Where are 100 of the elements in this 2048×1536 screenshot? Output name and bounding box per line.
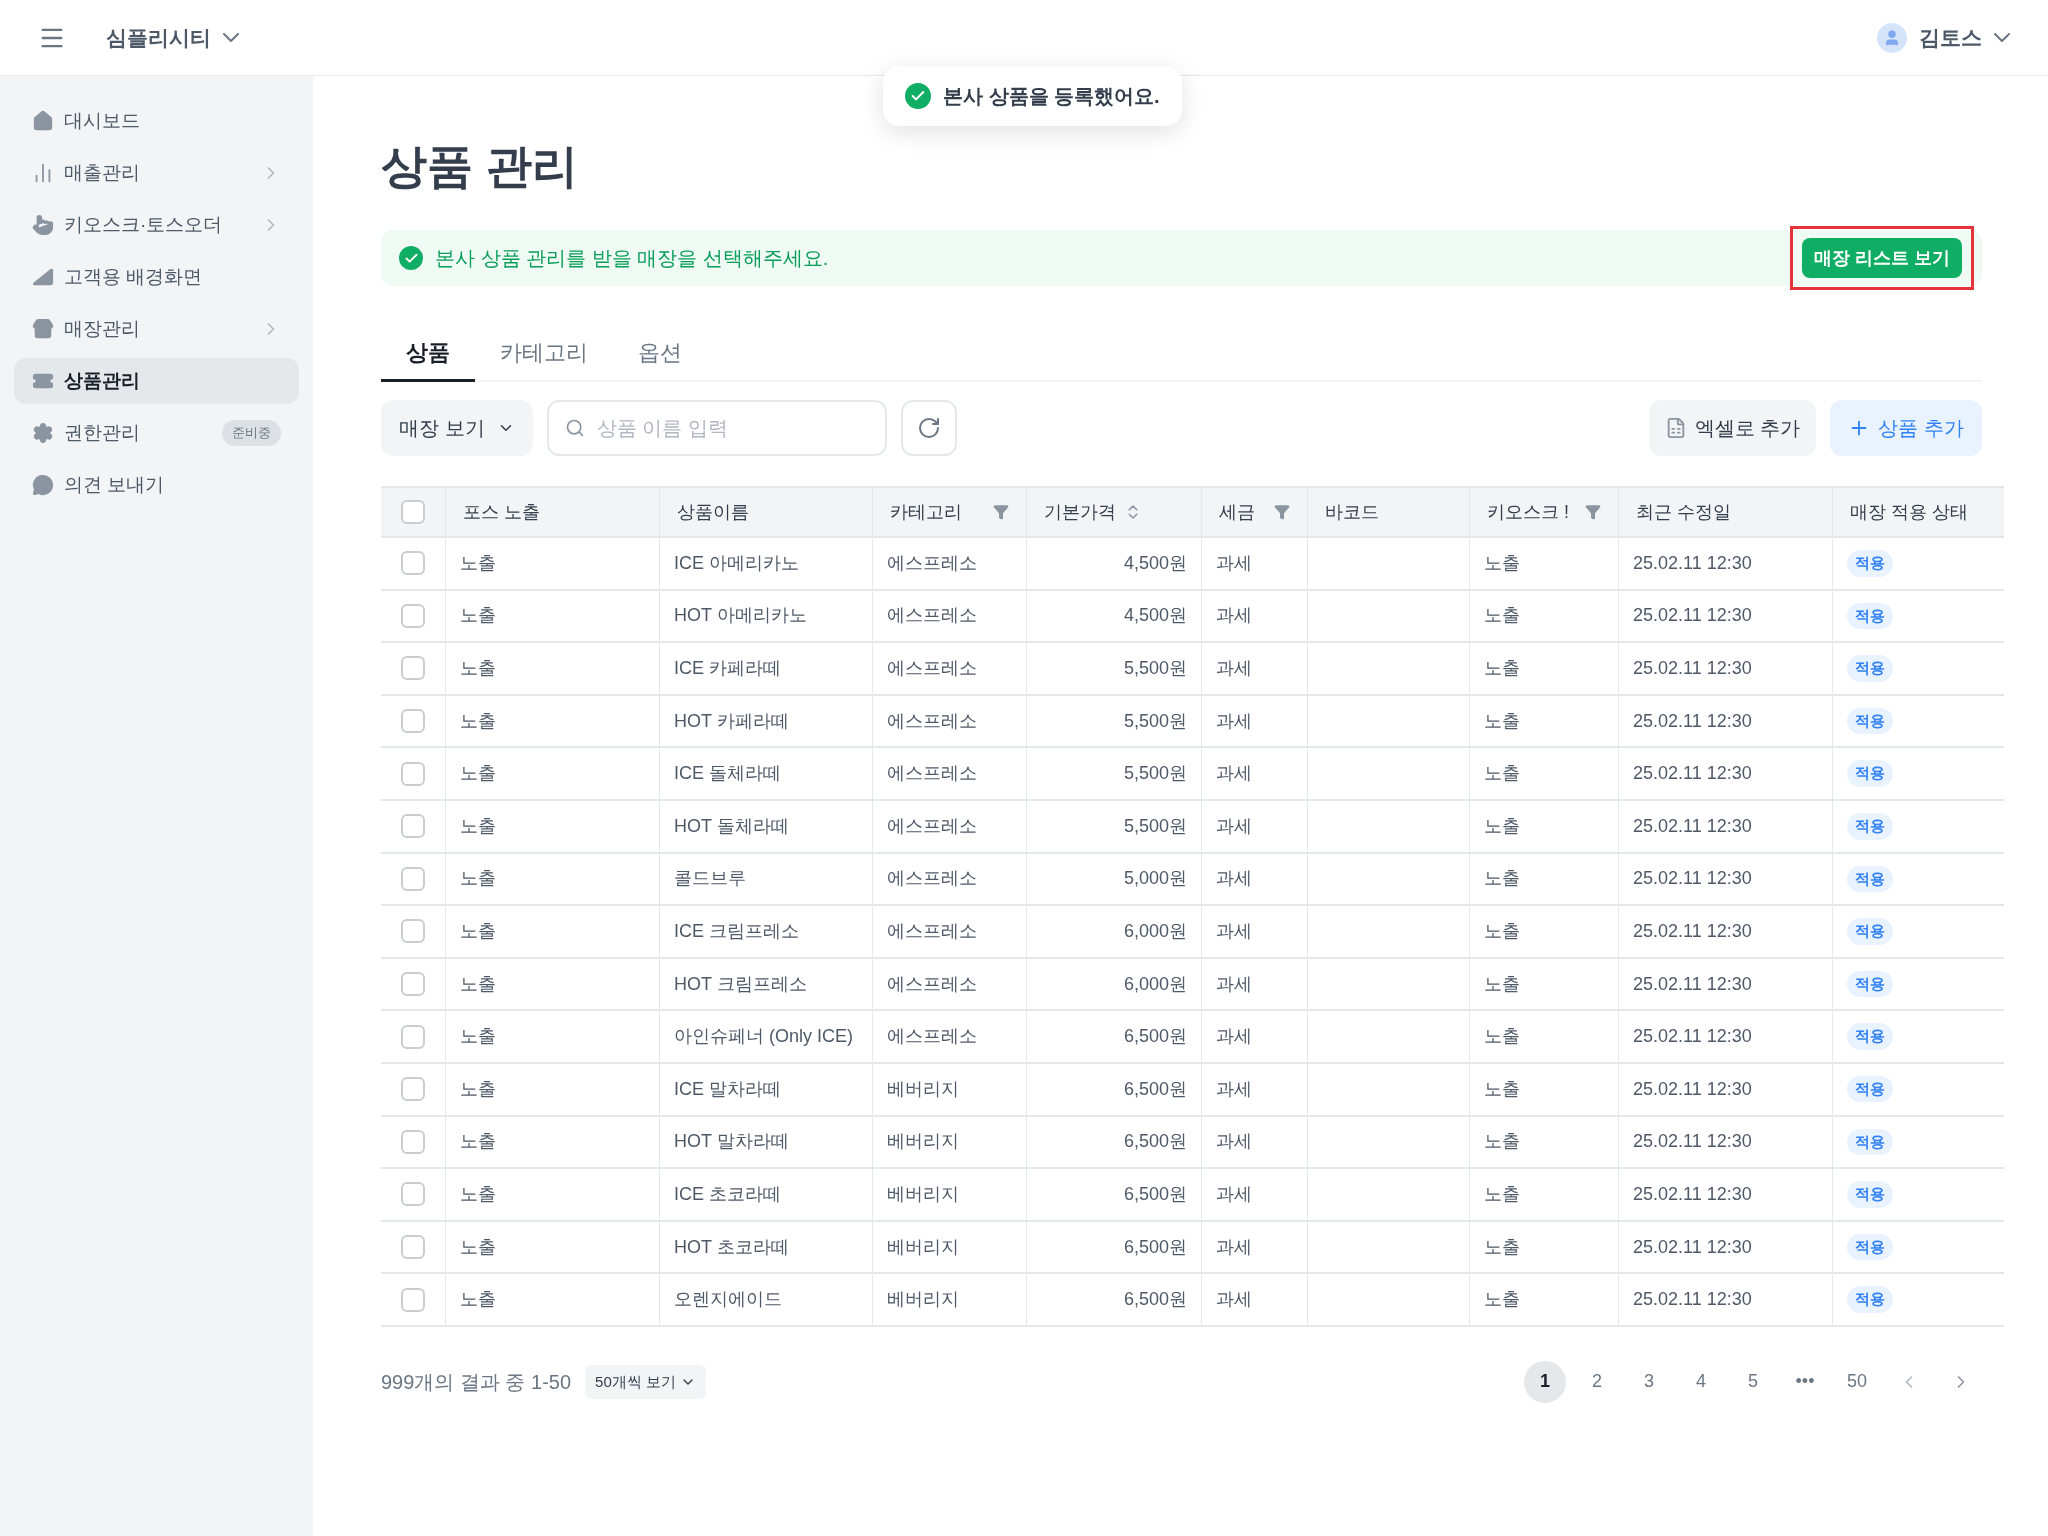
table-cell-text: 노출 <box>460 604 496 628</box>
column-title: 매장 적용 상태 <box>1850 500 1968 524</box>
table-cell-text: 베버리지 <box>887 1288 959 1312</box>
page-button[interactable]: 3 <box>1628 1360 1670 1403</box>
table-cell-text: 노출 <box>460 762 496 786</box>
table-cell-text: ICE 돌체라떼 <box>674 762 781 786</box>
sidebar-item[interactable]: 권한관리 준비중 <box>14 410 299 456</box>
table-cell-text: 베버리지 <box>887 1182 959 1206</box>
search-field[interactable]: 상품 이름 입력 <box>546 400 887 456</box>
table-cell-text: 5,500원 <box>1123 814 1187 838</box>
table-cell-text: ICE 초코라떼 <box>674 1182 781 1206</box>
tab[interactable]: 상품 <box>381 326 475 382</box>
table-cell-text: 과세 <box>1216 762 1252 786</box>
table-cell-text: 베버리지 <box>887 1130 959 1154</box>
page-button[interactable]: ••• <box>1784 1360 1826 1403</box>
checkbox[interactable] <box>401 709 425 734</box>
table-cell-text: 25.02.11 12:30 <box>1633 1130 1752 1154</box>
table-cell-text: 5,000원 <box>1123 867 1187 891</box>
toast-message: 본사 상품을 등록했어요. <box>943 84 1160 109</box>
checkbox[interactable] <box>401 919 425 944</box>
table-cell-text: 노출 <box>460 1025 496 1049</box>
page-button[interactable]: 4 <box>1680 1360 1722 1403</box>
table-cell-text: 에스프레소 <box>887 1025 977 1049</box>
table-cell-text: 노출 <box>1484 919 1520 943</box>
filter-icon[interactable] <box>1585 504 1601 520</box>
table-cell-text: 과세 <box>1216 1130 1252 1154</box>
table-cell-text: 노출 <box>460 867 496 891</box>
chevron-down-icon <box>223 33 239 42</box>
table-cell-text: 노출 <box>460 1288 496 1312</box>
table-cell-text: HOT 크림프레소 <box>674 972 807 996</box>
excel-import-button[interactable]: 엑셀로 추가 <box>1648 400 1817 456</box>
checkbox[interactable] <box>401 1182 425 1207</box>
table-cell-text: 6,000원 <box>1123 919 1187 943</box>
table-cell-text: 4,500원 <box>1123 604 1187 628</box>
column-title: 상품이름 <box>677 500 749 524</box>
checkbox[interactable] <box>401 1235 425 1259</box>
checkbox[interactable] <box>401 500 425 524</box>
table-cell-text: 25.02.11 12:30 <box>1633 919 1752 943</box>
table-cell-text: 6,500원 <box>1123 1130 1187 1154</box>
filter-icon[interactable] <box>1274 504 1290 520</box>
checkbox[interactable] <box>401 656 425 681</box>
table-cell-text: 과세 <box>1216 1288 1252 1312</box>
table-cell-text: 노출 <box>460 1182 496 1206</box>
sidebar-item[interactable]: 매출관리 <box>14 150 299 196</box>
table-cell-text: 과세 <box>1216 972 1252 996</box>
table-cell-text: 노출 <box>1484 1182 1520 1206</box>
status-badge: 적용 <box>1847 865 1893 893</box>
checkbox[interactable] <box>401 603 425 628</box>
checkbox[interactable] <box>401 1024 425 1049</box>
chevron-down-icon <box>1994 33 2010 42</box>
table-cell-text: 노출 <box>460 1077 496 1101</box>
page-button[interactable]: 1 <box>1524 1360 1566 1403</box>
checkbox[interactable] <box>401 551 425 576</box>
user-menu[interactable]: 김토스 <box>1919 21 2010 54</box>
store-filter-dropdown[interactable]: 매장 보기 <box>381 400 533 456</box>
filter-icon[interactable] <box>993 504 1009 520</box>
page-button[interactable]: 50 <box>1836 1360 1878 1403</box>
add-product-button[interactable]: 상품 추가 <box>1830 400 1982 456</box>
tab[interactable]: 카테고리 <box>475 326 613 382</box>
table-cell-text: 6,500원 <box>1123 1182 1187 1206</box>
sidebar-item[interactable]: 대시보드 <box>14 98 299 144</box>
checkbox[interactable] <box>401 866 425 891</box>
page-button[interactable]: 2 <box>1576 1360 1618 1403</box>
table-cell-text: 노출 <box>1484 709 1520 733</box>
table-cell-text: 과세 <box>1216 604 1252 628</box>
status-badge: 적용 <box>1847 707 1893 735</box>
status-badge: 적용 <box>1847 655 1893 682</box>
column-title: 바코드 <box>1325 500 1379 524</box>
sidebar-item[interactable]: 키오스크·토스오더 <box>14 202 299 248</box>
sidebar-item[interactable]: 고객용 배경화면 <box>14 254 299 300</box>
page-button[interactable]: 5 <box>1732 1360 1774 1403</box>
table-cell-text: 에스프레소 <box>887 814 977 838</box>
page-size-dropdown[interactable]: 50개씩 보기 <box>585 1364 706 1399</box>
status-badge: 적용 <box>1847 813 1893 840</box>
workspace-selector[interactable]: 심플리시티 <box>106 21 239 54</box>
refresh-button[interactable] <box>900 400 957 456</box>
table-cell-text: 노출 <box>1484 814 1520 838</box>
checkbox[interactable] <box>401 972 425 997</box>
table-cell-text: 노출 <box>1484 1077 1520 1101</box>
checkbox[interactable] <box>401 1077 425 1102</box>
status-badge: 적용 <box>1847 1023 1893 1050</box>
table-cell-text: 노출 <box>1484 1130 1520 1154</box>
table-cell-text: 25.02.11 12:30 <box>1633 1235 1752 1259</box>
table-cell-text: 25.02.11 12:30 <box>1633 1077 1752 1101</box>
checkbox[interactable] <box>401 761 425 786</box>
status-badge: 적용 <box>1847 918 1893 945</box>
home-icon <box>32 110 54 132</box>
table-cell-text: ICE 아메리카노 <box>674 551 799 575</box>
tab[interactable]: 옵션 <box>613 326 707 382</box>
sidebar-item[interactable]: 상품관리 <box>14 358 299 404</box>
refresh-icon <box>916 416 941 440</box>
table-cell-text: 노출 <box>460 972 496 996</box>
table-cell-text: HOT 돌체라떼 <box>674 814 789 838</box>
checkbox[interactable] <box>401 1287 425 1312</box>
table-cell-text: 아인슈페너 (Only ICE) <box>674 1025 853 1049</box>
sidebar-item[interactable]: 의견 보내기 <box>14 462 299 508</box>
checkbox[interactable] <box>401 1129 425 1154</box>
column-title: 최근 수정일 <box>1636 500 1731 524</box>
checkbox[interactable] <box>401 814 425 839</box>
sidebar-item[interactable]: 매장관리 <box>14 306 299 352</box>
